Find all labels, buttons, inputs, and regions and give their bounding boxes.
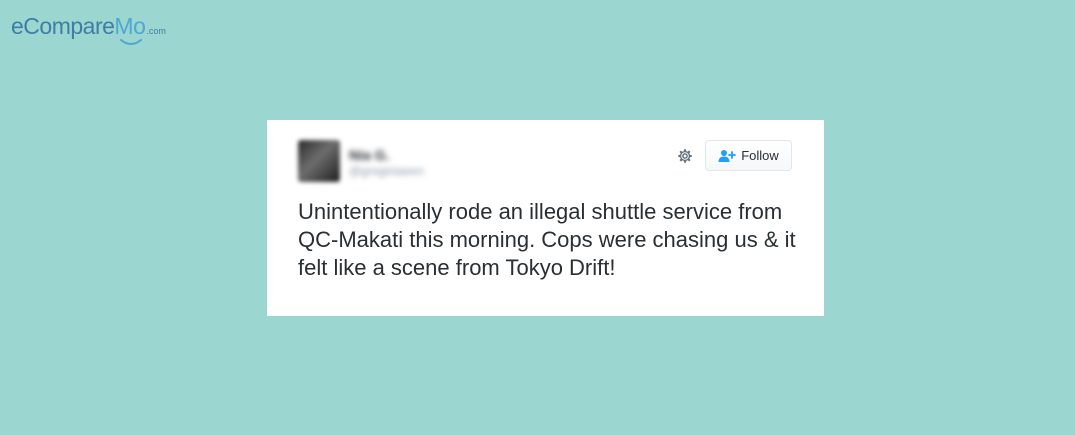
follow-label: Follow [741,148,779,163]
user-name[interactable]: Nia G. [349,147,389,163]
logo-part-mo: Mo [114,13,146,39]
follow-button[interactable]: Follow [705,140,792,171]
tweet-card: Nia G. @greginiaeen Follow Unintentional… [267,120,824,316]
logo-part-compare: Compare [23,13,115,39]
logo-smile-icon [120,39,142,45]
user-handle[interactable]: @greginiaeen [349,164,424,178]
tweet-text: Unintentionally rode an illegal shuttle … [298,199,796,280]
avatar[interactable] [298,140,340,182]
gear-icon[interactable] [676,147,694,165]
logo-part-e: e [11,13,24,39]
logo-part-dotcom: .com [146,26,166,36]
ecomparemo-logo: eCompareMo.com [11,13,166,47]
add-user-icon [718,149,737,162]
